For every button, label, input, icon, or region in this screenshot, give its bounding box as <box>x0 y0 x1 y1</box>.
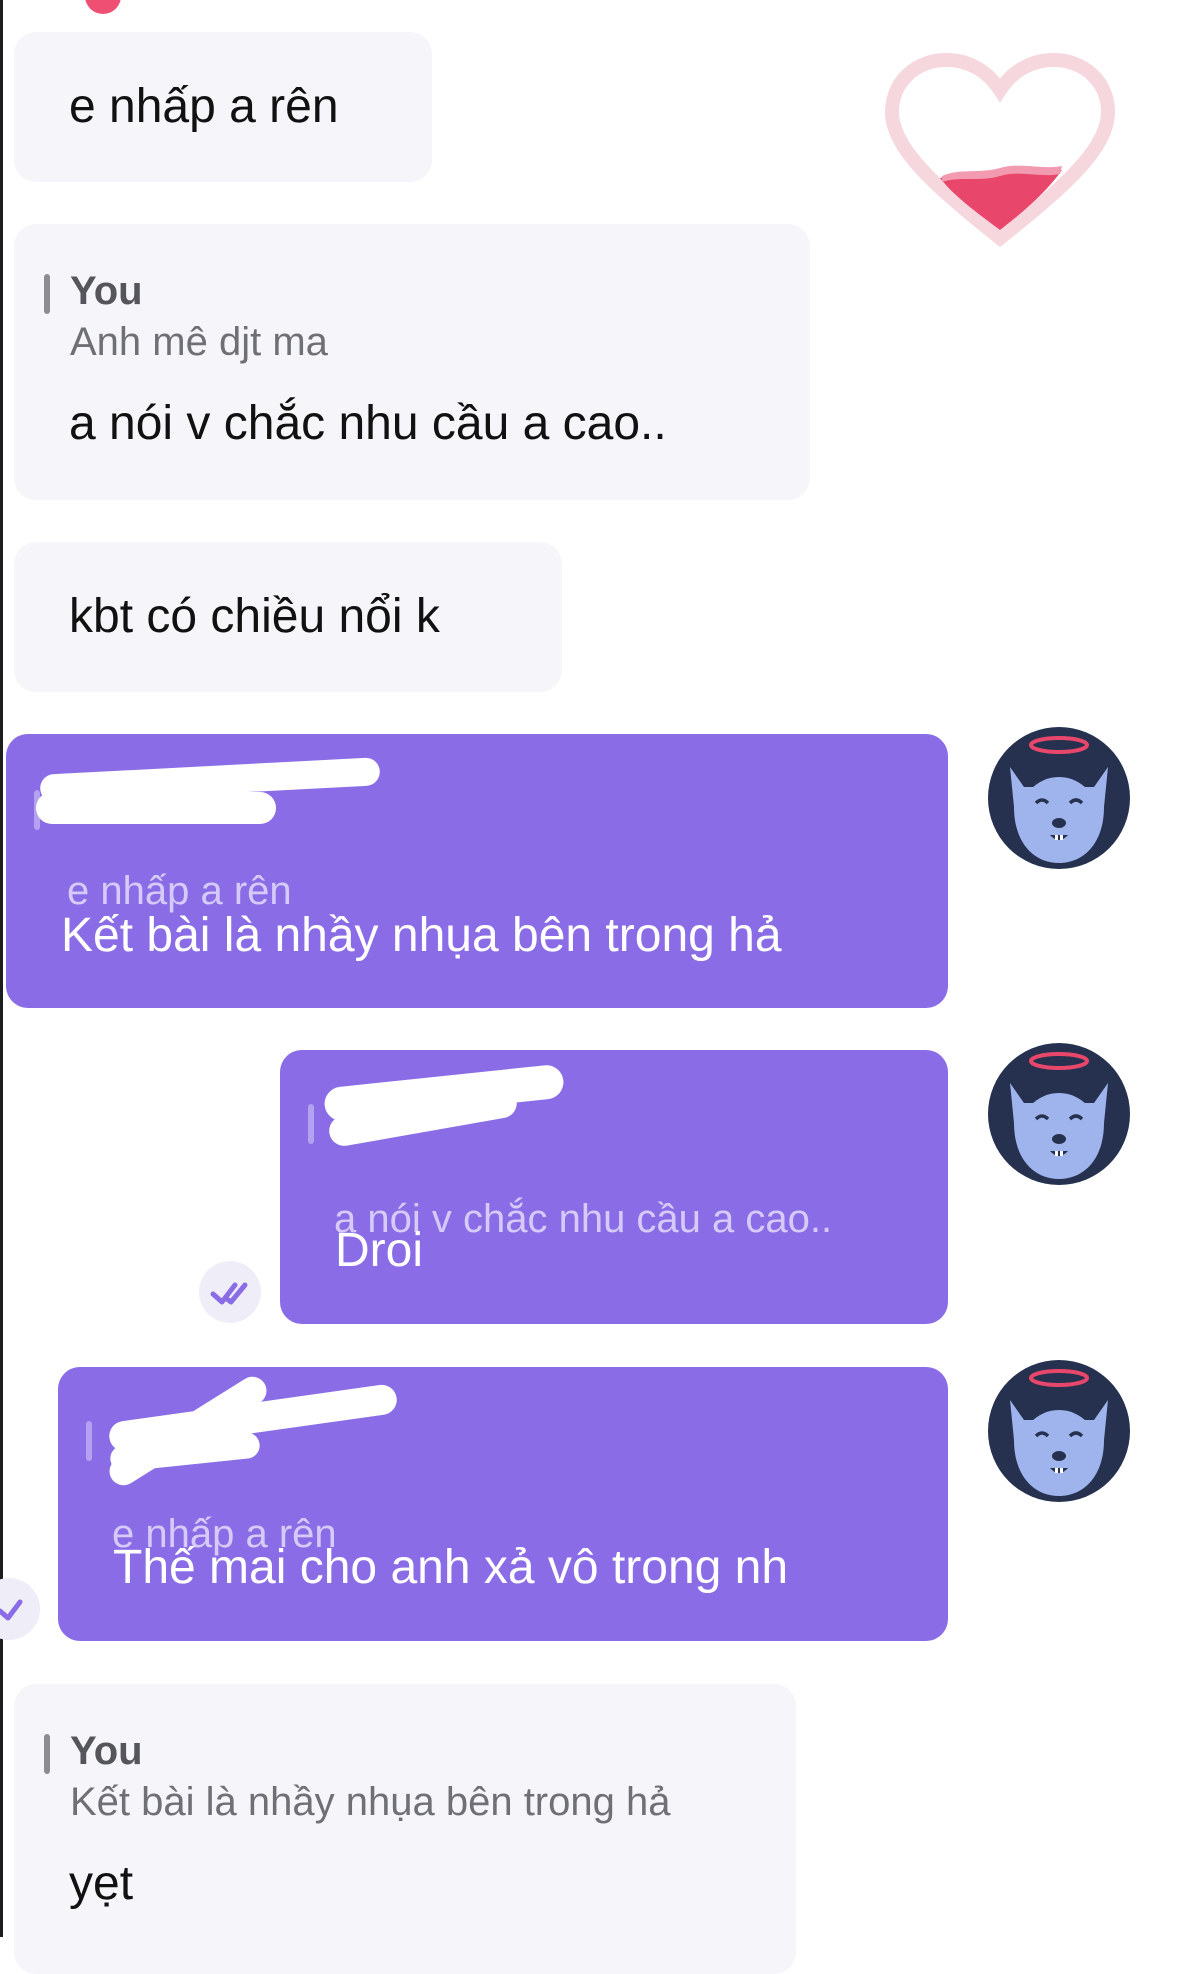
outgoing-message-bubble[interactable]: e nhấp a rên Thế mai cho anh xả vô trong… <box>58 1367 948 1641</box>
reply-bar <box>308 1104 314 1144</box>
message-text: Droi <box>335 1224 424 1277</box>
dog-angel-avatar-icon <box>1010 1052 1108 1179</box>
incoming-message-bubble[interactable]: You Anh mê djt ma a nói v chắc nhu cầu a… <box>14 224 810 500</box>
double-check-icon <box>199 1261 261 1323</box>
screen-edge <box>0 0 3 1937</box>
chat-thread: e nhấp a rên You Anh mê djt ma a nói v c… <box>0 0 1179 1974</box>
avatar[interactable] <box>988 1360 1130 1502</box>
outgoing-message-bubble[interactable]: a nói v chắc nhu cầu a cao.. Droi <box>280 1050 948 1324</box>
outgoing-message-bubble[interactable]: e nhấp a rên Kết bài là nhầy nhụa bên tr… <box>6 734 948 1008</box>
dog-angel-avatar-icon <box>1010 1369 1108 1496</box>
avatar[interactable] <box>988 727 1130 869</box>
reply-quote: Anh mê djt ma <box>70 320 328 364</box>
reply-author: You <box>70 269 143 313</box>
message-text: a nói v chắc nhu cầu a cao.. <box>69 397 667 450</box>
reply-bar <box>86 1421 92 1461</box>
message-text: Kết bài là nhầy nhụa bên trong hả <box>61 909 782 962</box>
message-text: Thế mai cho anh xả vô trong nh <box>113 1541 789 1594</box>
reply-quote: Kết bài là nhầy nhụa bên trong hả <box>70 1780 671 1824</box>
notification-badge <box>85 0 121 14</box>
reply-author: You <box>70 1729 143 1773</box>
reply-bar <box>44 1734 50 1774</box>
message-text: e nhấp a rên <box>69 80 339 133</box>
incoming-message-bubble[interactable]: You Kết bài là nhầy nhụa bên trong hả yẹ… <box>14 1684 796 1974</box>
reply-bar <box>44 274 50 314</box>
incoming-message-bubble[interactable]: kbt có chiều nổi k <box>14 542 562 692</box>
incoming-message-bubble[interactable]: e nhấp a rên <box>14 32 432 182</box>
message-text: yẹt <box>69 1857 134 1910</box>
double-check-icon <box>0 1578 40 1640</box>
heart-sticker-icon[interactable] <box>880 50 1120 250</box>
avatar[interactable] <box>988 1043 1130 1185</box>
dog-angel-avatar-icon <box>1010 736 1108 863</box>
message-text: kbt có chiều nổi k <box>69 590 440 643</box>
redaction-scribble <box>36 792 276 824</box>
